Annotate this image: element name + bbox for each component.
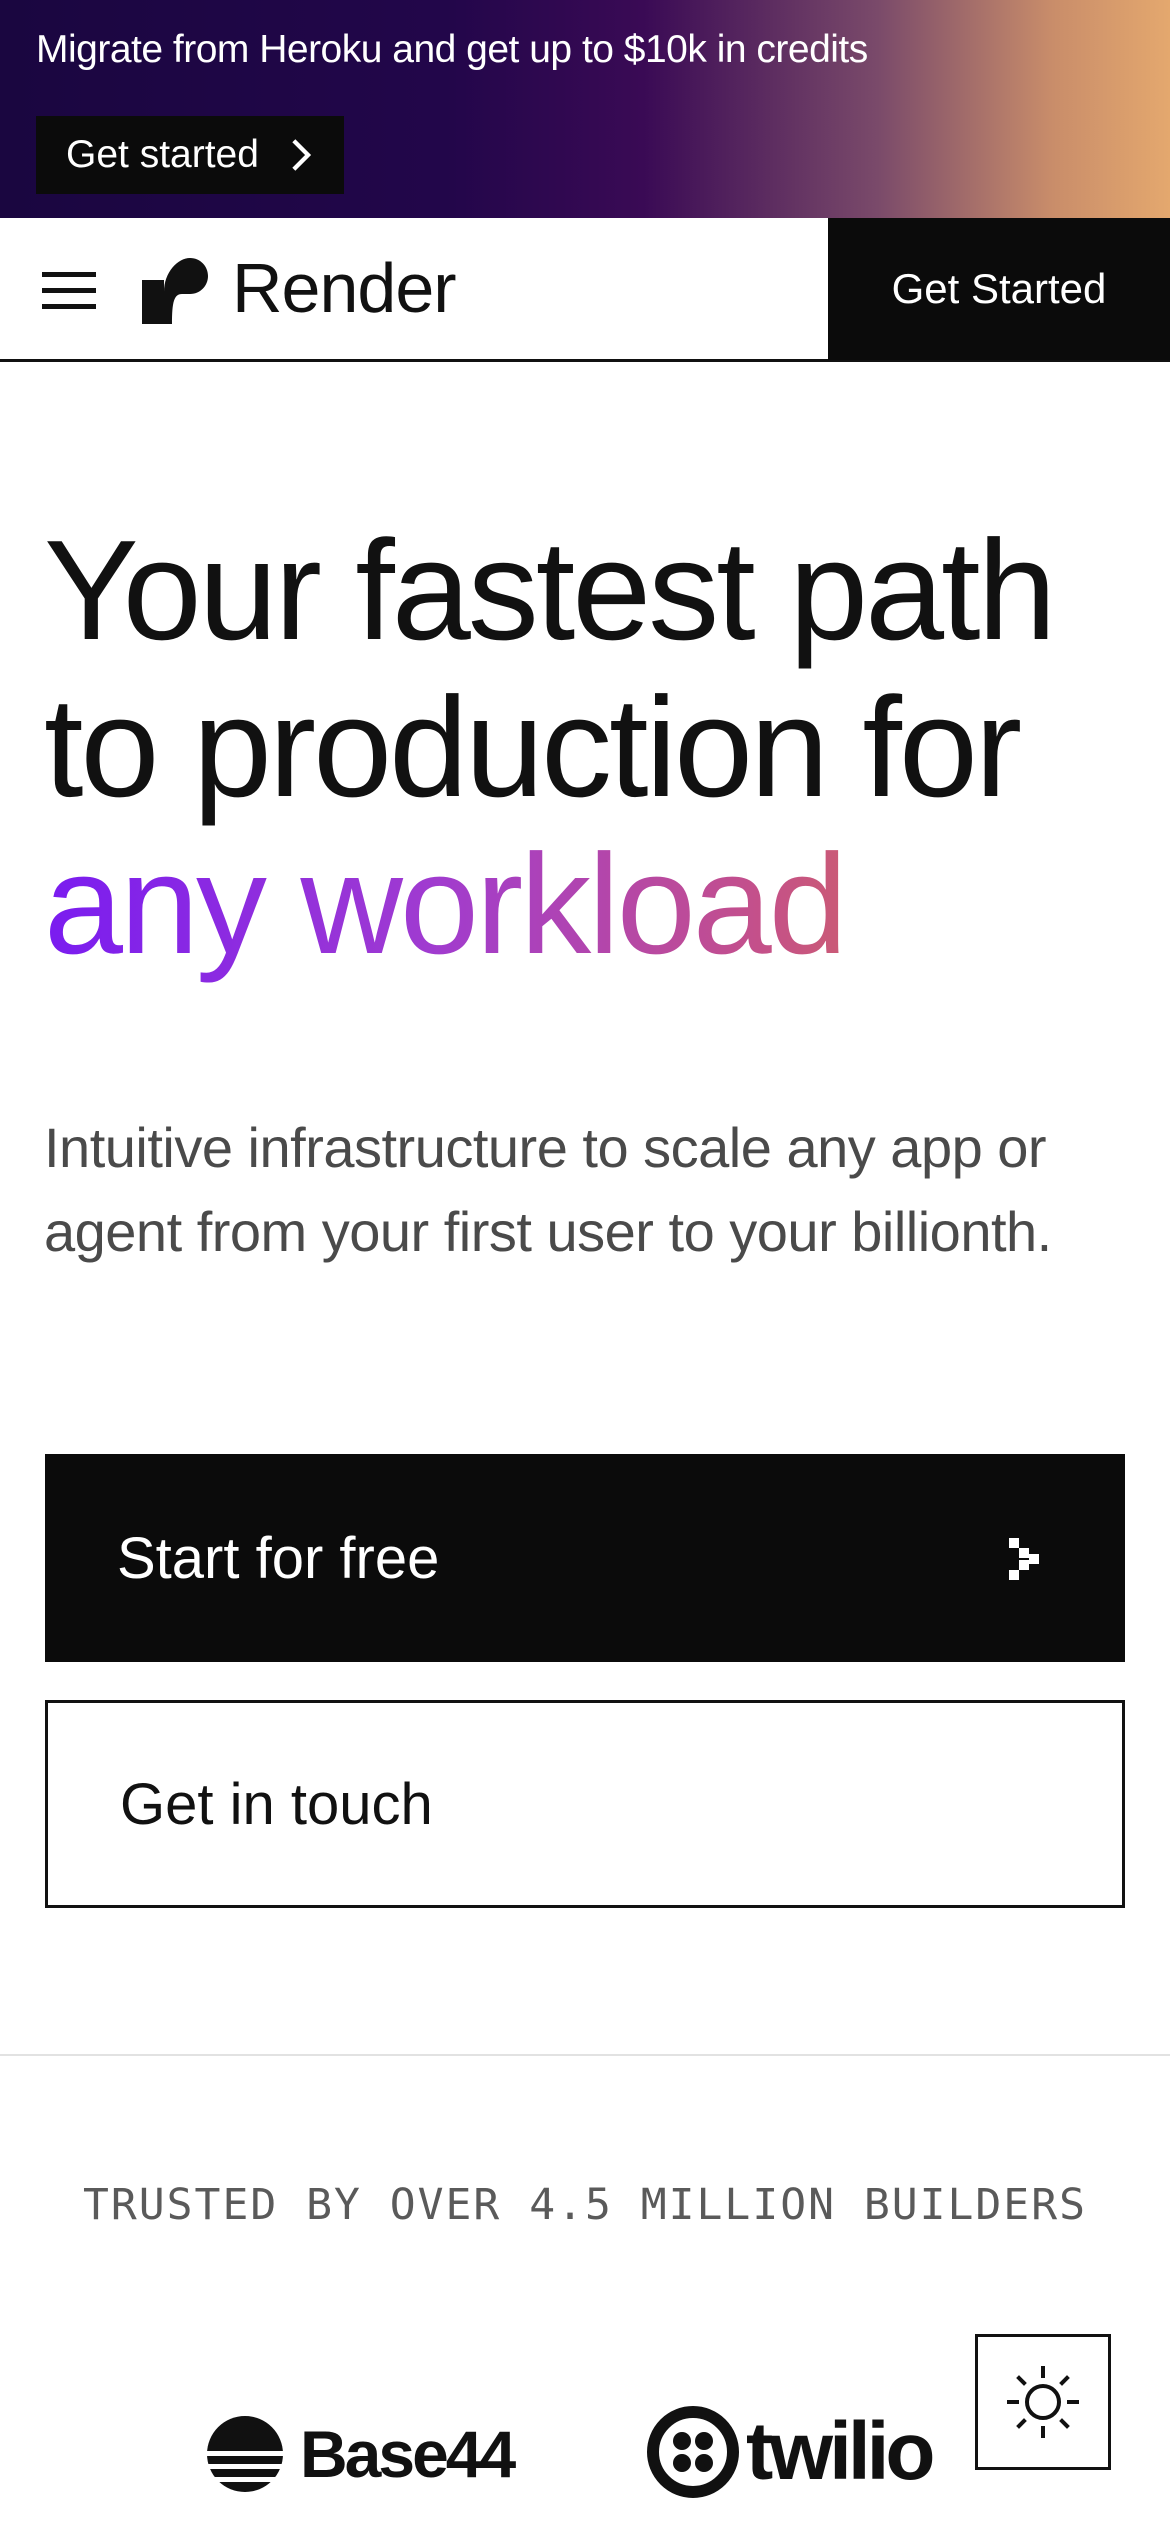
menu-icon[interactable] (40, 264, 98, 316)
chevron-right-icon (292, 139, 312, 171)
base44-logo: Base44 (206, 2412, 516, 2496)
render-logo-text[interactable]: Render (232, 248, 457, 328)
base44-logo-icon (207, 2416, 283, 2492)
render-logo-icon[interactable] (142, 258, 208, 324)
promo-button-label: Get started (66, 133, 259, 176)
hero-subtitle: Intuitive infrastructure to scale any ap… (44, 1116, 1052, 1263)
pixel-arrow-right-icon (1009, 1538, 1039, 1580)
section-divider (0, 2054, 1170, 2056)
get-in-touch-button[interactable]: Get in touch (45, 1700, 1125, 1908)
theme-toggle-button[interactable] (975, 2334, 1111, 2470)
top-navbar: Render Get Started (0, 218, 1170, 362)
trusted-by-label: TRUSTED BY OVER 4.5 MILLION BUILDERS (83, 2180, 1087, 2230)
hero-title-line-1: Your fastest path (44, 511, 1057, 670)
twilio-logo-icon (647, 2406, 739, 2498)
start-for-free-button[interactable]: Start for free (45, 1454, 1125, 1662)
promo-banner: Migrate from Heroku and get up to $10k i… (0, 0, 1170, 218)
promo-text: Migrate from Heroku and get up to $10k i… (36, 28, 868, 71)
twilio-logo-text: twilio (746, 2406, 936, 2497)
base44-logo-text: Base44 (300, 2417, 516, 2491)
promo-get-started-button[interactable]: Get started (36, 116, 344, 194)
hero-title-highlight: any workload (44, 826, 1144, 983)
nav-get-started-button[interactable]: Get Started (828, 218, 1170, 360)
twilio-logo: twilio (646, 2404, 936, 2500)
sun-icon (1007, 2366, 1079, 2438)
hero-title-line-2: to production for (44, 668, 1022, 827)
hero-title: Your fastest path to production for any … (44, 512, 1144, 983)
start-for-free-label: Start for free (117, 1525, 440, 1591)
